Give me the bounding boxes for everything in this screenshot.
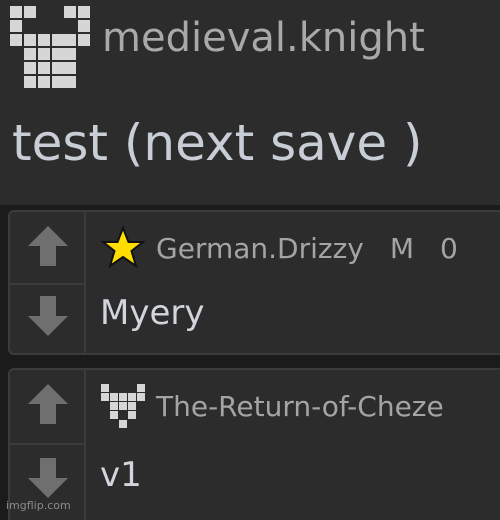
vote-column [10, 212, 86, 353]
reply-header: The-Return-of-Cheze [98, 382, 500, 430]
reply-comment: German.Drizzy M 0 Myery [8, 210, 500, 355]
reply-username[interactable]: The-Return-of-Cheze [156, 390, 444, 423]
comment-text: test (next save ) [12, 114, 423, 172]
reply-username[interactable]: German.Drizzy [156, 232, 364, 265]
points-count: 0 [440, 231, 458, 265]
downvote-button[interactable] [24, 292, 72, 340]
upvote-button[interactable] [24, 380, 72, 428]
upvote-button[interactable] [24, 222, 72, 270]
arrow-up-icon [28, 226, 68, 266]
arrow-down-icon [28, 458, 68, 498]
reply-comment: The-Return-of-Cheze v1 [8, 368, 500, 520]
reply-text: Myery [100, 293, 205, 333]
arrow-up-icon [28, 384, 68, 424]
castle-tower-icon [8, 6, 92, 90]
watermark: imgflip.com [6, 499, 71, 512]
top-comment: medieval.knight test (next save ) [0, 0, 500, 205]
reply-header: German.Drizzy M 0 [98, 224, 500, 272]
comment-username[interactable]: medieval.knight [102, 18, 425, 58]
reply-text: v1 [100, 455, 142, 495]
gender-flag: M [389, 231, 415, 265]
gold-star-icon [98, 224, 148, 272]
castle-tower-icon [98, 382, 148, 430]
downvote-button[interactable] [24, 454, 72, 502]
vote-column [10, 370, 86, 520]
arrow-down-icon [28, 296, 68, 336]
